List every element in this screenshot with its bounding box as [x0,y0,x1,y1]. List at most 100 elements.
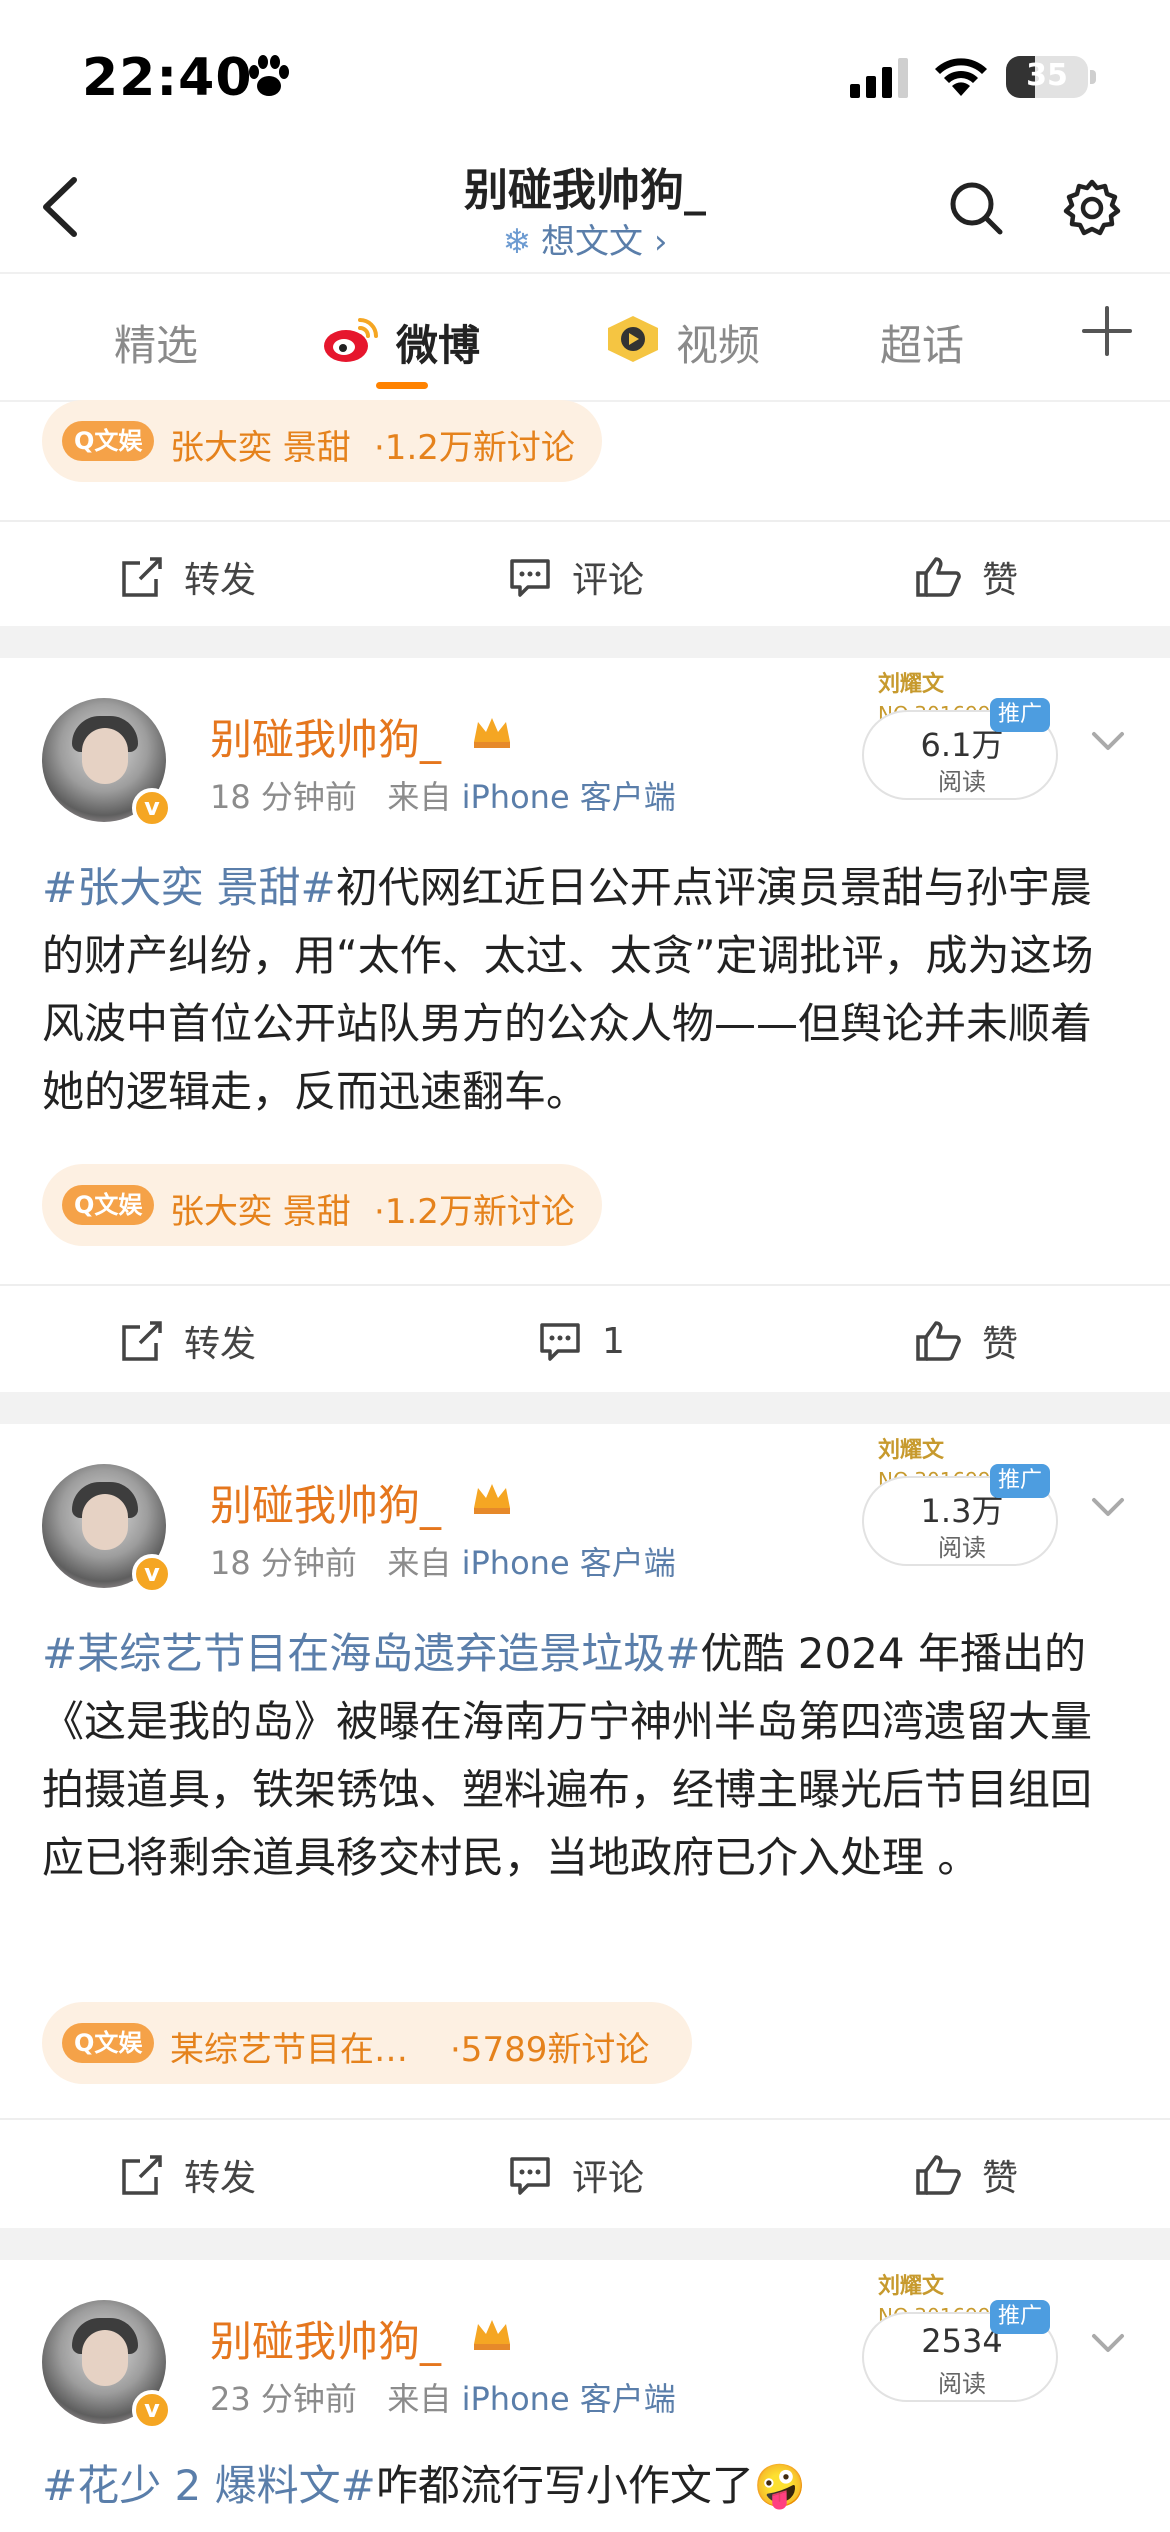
repost-button[interactable]: 转发 [120,2150,256,2200]
cellular-signal-icon [850,58,908,98]
like-button[interactable]: 赞 [914,1316,1018,1366]
topic-pill[interactable]: Q文娱 某综艺节目在… ·5789新讨论 [42,2002,692,2084]
verified-badge-icon: v [132,1554,172,1594]
profile-tabs: 精选 微博 视频 超话 [0,272,1170,402]
post-hashtag[interactable]: #某综艺节目在海岛遗弃造景垃圾# [42,1629,700,1678]
comment-count: 1 [602,1320,625,1362]
add-tab-icon[interactable] [1080,304,1134,358]
repost-button[interactable]: 转发 [120,1316,256,1366]
verified-badge-icon: v [132,788,172,828]
repost-icon [122,2155,162,2195]
topic-tag: Q文娱 [62,1185,155,1225]
tab-super-topic[interactable]: 超话 [880,312,964,373]
feed-post: v 别碰我帅狗_ 23 分钟前 来自 iPhone 客户端 刘耀文 NO.301… [0,2260,1170,2532]
topic-tag: Q文娱 [62,2023,155,2063]
promo-tag: 推广 [990,2300,1051,2334]
active-tab-indicator [376,382,428,389]
topic-count: ·5789新讨论 [450,2030,650,2070]
post-hashtag[interactable]: #张大奕 景甜# [42,863,336,912]
avatar-face [82,2330,128,2386]
avatar[interactable]: v [42,698,172,828]
comment-icon [540,1323,580,1361]
post-from: 来自 [387,2380,452,2418]
topic-pill[interactable]: Q文娱 张大奕 景甜 ·1.2万新讨论 [42,400,602,482]
tab-featured[interactable]: 精选 [114,312,198,373]
promo-tag: 推广 [990,698,1051,732]
thumbs-up-icon [916,557,961,597]
status-time: 22:40 [82,48,253,108]
read-label: 阅读 [938,1534,986,1562]
topic-name: 张大奕 景甜 [170,428,351,468]
feed-post: v 别碰我帅狗_ 18 分钟前 来自 iPhone 客户端 刘耀文 NO.301… [0,1424,1170,2224]
snowflake-icon: ❄ [502,222,532,262]
repost-icon [122,1321,162,1361]
action-bar: 转发 评论 赞 [0,520,1170,630]
post-time: 18 分钟前 [210,1544,357,1582]
promo-tag: 推广 [990,1464,1051,1498]
post-text: #张大奕 景甜#初代网红近日公开点评演员景甜与孙宇晨的财产纠纷，用“太作、太过、… [42,854,1132,1126]
read-label: 阅读 [938,2370,986,2398]
post-hashtag[interactable]: #花少 2 爆料文# [42,2461,376,2510]
repost-icon [122,557,162,597]
feed-separator [0,626,1170,658]
repost-label: 转发 [184,560,257,601]
like-button[interactable]: 赞 [914,552,1018,602]
post-time: 23 分钟前 [210,2380,357,2418]
post-text: #花少 2 爆料文#咋都流行写小作文了🤪 [42,2452,1132,2520]
topic-count: ·1.2万新讨论 [374,428,575,468]
post-meta: 18 分钟前 来自 iPhone 客户端 [210,772,676,818]
verified-badge-icon: v [132,2390,172,2430]
thumbs-up-icon [916,1321,961,1361]
search-icon[interactable] [948,180,1004,236]
post-from: 来自 [387,1544,452,1582]
fan-card-name: 刘耀文 [878,672,945,697]
post-source[interactable]: iPhone 客户端 [462,2380,676,2418]
post-source[interactable]: iPhone 客户端 [462,778,676,816]
comment-button[interactable]: 1 [538,1316,625,1366]
read-label: 阅读 [938,768,986,796]
weibo-logo-icon [324,318,378,362]
crown-badge-icon [474,1484,510,1514]
battery-percent: 35 [1026,58,1068,93]
gear-icon[interactable] [1062,178,1122,238]
post-username[interactable]: 别碰我帅狗_ [210,2308,441,2369]
comment-button[interactable]: 评论 [508,552,644,602]
like-label: 赞 [982,1324,1019,1365]
like-label: 赞 [982,2158,1019,2199]
topic-pill[interactable]: Q文娱 张大奕 景甜 ·1.2万新讨论 [42,1164,602,1246]
wifi-icon [935,58,987,96]
tab-weibo[interactable]: 微博 [396,312,480,373]
post-source[interactable]: iPhone 客户端 [462,1544,676,1582]
post-meta: 23 分钟前 来自 iPhone 客户端 [210,2374,676,2420]
post-text: #某综艺节目在海岛遗弃造景垃圾#优酷 2024 年播出的《这是我的岛》被曝在海南… [42,1620,1132,1892]
comment-label: 评论 [572,2158,645,2199]
feed-post: v 别碰我帅狗_ 18 分钟前 来自 iPhone 客户端 刘耀文 NO.301… [0,658,1170,1398]
repost-button[interactable]: 转发 [120,552,256,602]
chevron-down-icon[interactable] [1088,728,1128,756]
post-time: 18 分钟前 [210,778,357,816]
feed-separator [0,1392,1170,1424]
topic-count: ·1.2万新讨论 [374,1192,575,1232]
comment-label: 评论 [572,560,645,601]
profile-header: 别碰我帅狗_ ❄ 想文文 › [0,150,1170,270]
thumbs-up-icon [916,2155,961,2195]
post-username[interactable]: 别碰我帅狗_ [210,1472,441,1533]
avatar-face [82,1494,128,1550]
avatar[interactable]: v [42,1464,172,1594]
like-button[interactable]: 赞 [914,2150,1018,2200]
comment-button[interactable]: 评论 [508,2150,644,2200]
video-icon [608,316,658,362]
post-from: 来自 [387,778,452,816]
action-bar: 转发 1 赞 [0,1284,1170,1394]
super-topic-label: 想文文 › [541,222,668,262]
post-username[interactable]: 别碰我帅狗_ [210,706,441,767]
status-bar: 22:40 35 [0,0,1170,150]
paw-icon [249,55,289,96]
battery-icon: 35 [1006,56,1088,98]
comment-icon [510,559,550,597]
avatar[interactable]: v [42,2300,172,2430]
tab-video[interactable]: 视频 [676,312,760,373]
chevron-down-icon[interactable] [1088,1494,1128,1522]
comment-icon [510,2157,550,2195]
chevron-down-icon[interactable] [1088,2330,1128,2358]
